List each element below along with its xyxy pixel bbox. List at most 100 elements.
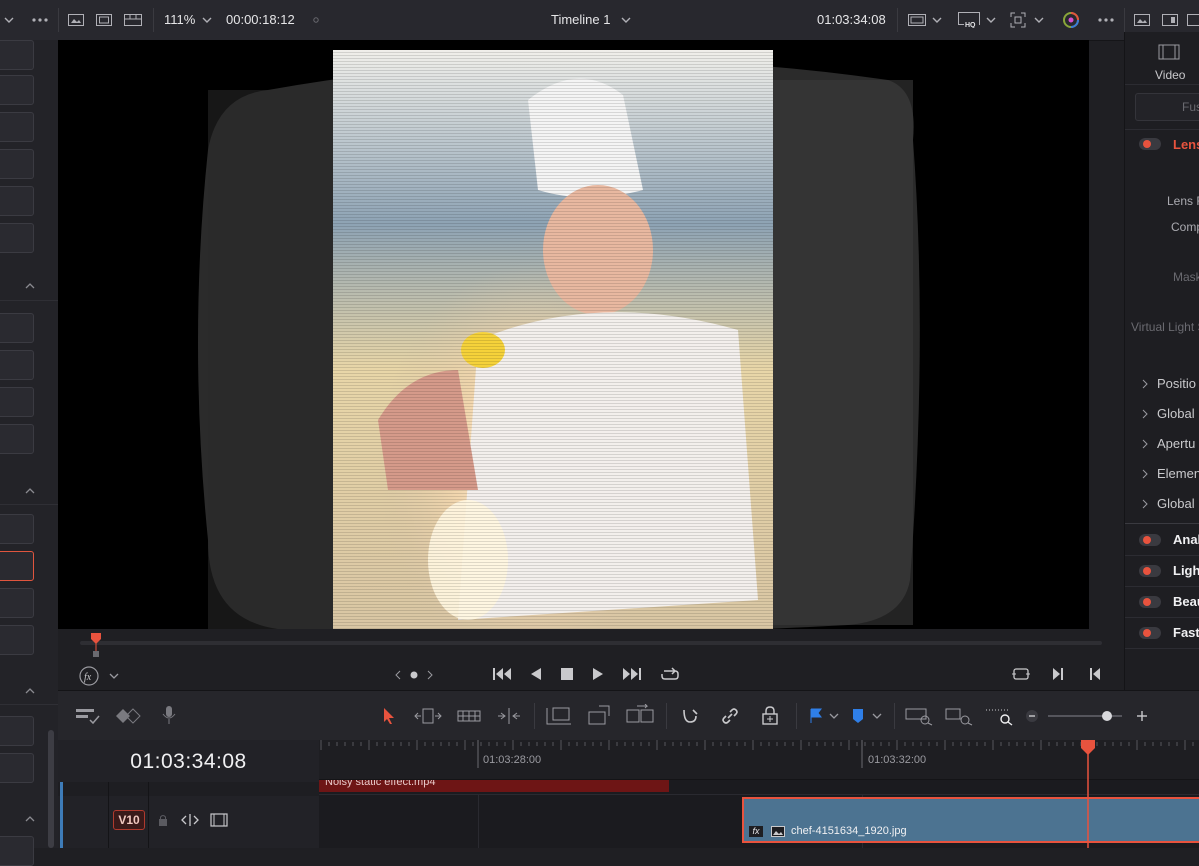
- left-panel-button[interactable]: [0, 716, 34, 746]
- video-tab-icon[interactable]: [1157, 42, 1181, 62]
- chevron-down-icon[interactable]: [620, 14, 632, 26]
- chevron-right-icon[interactable]: [1141, 409, 1149, 419]
- chevron-down-icon[interactable]: [931, 14, 943, 26]
- position-lock-icon[interactable]: [758, 704, 782, 728]
- overwrite-clip-icon[interactable]: [584, 702, 614, 728]
- collapse-icon[interactable]: [25, 283, 35, 289]
- left-panel-button[interactable]: [0, 350, 34, 380]
- timeline-playhead[interactable]: [1081, 740, 1095, 848]
- left-panel-button[interactable]: [0, 223, 34, 253]
- effect-toggle[interactable]: [1139, 596, 1161, 608]
- trim-edit-icon[interactable]: [413, 705, 443, 727]
- left-panel-button[interactable]: [0, 313, 34, 343]
- replace-clip-icon[interactable]: [624, 702, 656, 728]
- effect-title[interactable]: Ligh: [1173, 563, 1199, 578]
- snapping-icon[interactable]: [678, 704, 702, 728]
- collapse-icon[interactable]: [25, 816, 35, 822]
- left-panel-button-selected[interactable]: [0, 551, 34, 581]
- timeline-ruler[interactable]: 01:03:28:00 01:03:32:00: [319, 740, 1199, 780]
- chevron-right-icon[interactable]: [1141, 379, 1149, 389]
- chevron-right-icon[interactable]: [1141, 469, 1149, 479]
- flag-icon[interactable]: [806, 705, 826, 727]
- left-panel-button[interactable]: [0, 514, 34, 544]
- left-panel-button[interactable]: [0, 112, 34, 142]
- transform-overlay-icon[interactable]: [1008, 11, 1028, 29]
- split-screen-icon[interactable]: [1160, 12, 1180, 28]
- match-frame-icon[interactable]: [1010, 665, 1032, 683]
- chevron-down-icon[interactable]: [985, 14, 997, 26]
- chevron-down-icon[interactable]: [201, 14, 213, 26]
- left-scrollbar[interactable]: [48, 730, 54, 848]
- fx-icon[interactable]: fx: [78, 665, 100, 687]
- zoom-detail-icon[interactable]: [944, 704, 974, 728]
- zoom-level[interactable]: 111%: [164, 12, 195, 27]
- lens-toggle[interactable]: [1139, 138, 1161, 150]
- microphone-icon[interactable]: [158, 703, 180, 727]
- group-aperture[interactable]: Apertu: [1157, 436, 1195, 451]
- left-panel-button[interactable]: [0, 75, 34, 105]
- timeline-name[interactable]: Timeline 1: [551, 12, 610, 27]
- zoom-in-icon[interactable]: [1134, 708, 1150, 724]
- left-panel-button[interactable]: [0, 588, 34, 618]
- zoom-custom-icon[interactable]: [984, 704, 1014, 728]
- selection-tool-icon[interactable]: [378, 705, 400, 727]
- effect-title[interactable]: Anal: [1173, 532, 1199, 547]
- link-icon[interactable]: [718, 704, 742, 728]
- chevron-down-icon[interactable]: [1033, 14, 1045, 26]
- zoom-out-icon[interactable]: [1024, 708, 1040, 724]
- lock-icon[interactable]: [156, 812, 170, 828]
- left-panel-button[interactable]: [0, 149, 34, 179]
- zoom-full-icon[interactable]: [904, 704, 934, 728]
- group-global-2[interactable]: Global: [1157, 496, 1195, 511]
- more-options-icon[interactable]: [30, 12, 50, 28]
- effect-toggle[interactable]: [1139, 534, 1161, 546]
- play-icon[interactable]: [588, 665, 608, 683]
- dynamic-trim-icon[interactable]: [455, 705, 483, 727]
- stop-icon[interactable]: [557, 665, 577, 683]
- left-panel-button[interactable]: [0, 753, 34, 783]
- single-viewer-icon[interactable]: [67, 12, 85, 28]
- left-panel-button[interactable]: [0, 387, 34, 417]
- chevron-right-icon[interactable]: [1141, 499, 1149, 509]
- timeline-options-icon[interactable]: [74, 705, 102, 727]
- video-viewer[interactable]: [58, 40, 1089, 629]
- color-wheels-icon[interactable]: [1060, 10, 1082, 30]
- left-panel-button[interactable]: [0, 625, 34, 655]
- image-wipe-icon[interactable]: [1132, 12, 1152, 28]
- left-panel-button[interactable]: [0, 836, 34, 866]
- left-panel-button[interactable]: [0, 40, 34, 70]
- chevron-down-icon[interactable]: [108, 670, 120, 682]
- loop-icon[interactable]: [658, 664, 682, 684]
- track-video-icon[interactable]: [208, 812, 230, 828]
- play-reverse-icon[interactable]: [526, 665, 546, 683]
- effect-title[interactable]: Fast: [1173, 625, 1199, 640]
- timeline-timecode[interactable]: 01:03:34:08: [58, 750, 319, 774]
- group-global[interactable]: Global: [1157, 406, 1195, 421]
- snapping-keyframes-icon[interactable]: [114, 705, 144, 727]
- go-to-end-icon[interactable]: [620, 665, 644, 683]
- scrubber-playhead[interactable]: [91, 633, 101, 645]
- marker-icon[interactable]: [850, 705, 866, 727]
- lens-section-title[interactable]: Lens: [1173, 137, 1199, 152]
- group-position[interactable]: Positio: [1157, 376, 1196, 391]
- auto-select-icon[interactable]: [180, 812, 200, 828]
- clip-noisy-static[interactable]: Noisy static effect.mp4: [319, 780, 669, 792]
- more-options-icon[interactable]: [1095, 12, 1117, 28]
- effect-toggle[interactable]: [1139, 565, 1161, 577]
- jog-wheel-icon[interactable]: [392, 667, 436, 683]
- effect-toggle[interactable]: [1139, 627, 1161, 639]
- hq-playback-icon[interactable]: HQ: [957, 11, 981, 29]
- chevron-down-icon[interactable]: [2, 12, 16, 28]
- tab-video[interactable]: Video: [1155, 68, 1185, 82]
- safe-area-icon[interactable]: [95, 12, 113, 28]
- search-input[interactable]: Fus: [1135, 93, 1199, 121]
- chevron-right-icon[interactable]: [1141, 439, 1149, 449]
- aspect-icon[interactable]: [906, 12, 928, 28]
- previous-frame-icon[interactable]: [1085, 665, 1105, 683]
- blade-edit-icon[interactable]: [494, 705, 524, 727]
- zoom-slider-handle[interactable]: [1102, 711, 1112, 721]
- collapse-icon[interactable]: [25, 488, 35, 494]
- go-to-start-icon[interactable]: [490, 665, 514, 683]
- panel-icon[interactable]: [1186, 12, 1199, 28]
- scrubber-track[interactable]: [80, 641, 1102, 645]
